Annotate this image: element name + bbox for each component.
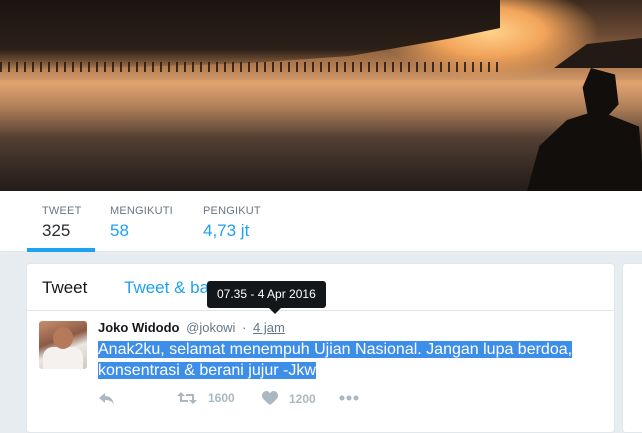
- timestamp-tooltip: 07.35 - 4 Apr 2016: [207, 281, 326, 314]
- stat-followers-label: PENGIKUT: [203, 205, 261, 217]
- tweet-text-line-1: Anak2ku, selamat menempuh Ujian Nasional…: [98, 341, 573, 358]
- like-button[interactable]: 1200: [262, 391, 316, 406]
- tab-tweet[interactable]: Tweet: [42, 278, 87, 298]
- tweet-text: Anak2ku, selamat menempuh Ujian Nasional…: [98, 339, 598, 381]
- author-name[interactable]: Joko Widodo: [98, 320, 180, 335]
- more-button[interactable]: [339, 395, 359, 401]
- header-banner-photo: [0, 0, 642, 191]
- retweet-count: 1600: [208, 391, 235, 405]
- retweet-button[interactable]: 1600: [177, 391, 235, 405]
- author-handle[interactable]: @jokowi: [186, 320, 235, 335]
- separator-dot: ·: [242, 320, 247, 335]
- tweet-card: Tweet Tweet & baa 07.35 - 4 Apr 2016 Jok…: [26, 263, 615, 433]
- tweet-timestamp-link[interactable]: 4 jam: [253, 320, 285, 335]
- tweet-text-line-2: konsentrasi & berani jujur -Jkw: [98, 362, 316, 379]
- tab-replies-label: Tweet & ba: [124, 278, 210, 297]
- stat-tweets-label: TWEET: [42, 205, 82, 217]
- reply-icon: [98, 391, 116, 407]
- stat-tweets-value: 325: [42, 221, 71, 240]
- side-panel-edge: [622, 263, 642, 433]
- stat-followers-value: 4,73 jt: [203, 221, 250, 240]
- reply-button[interactable]: [98, 391, 116, 407]
- more-icon: [339, 395, 359, 401]
- stat-following-label: MENGIKUTI: [110, 205, 173, 217]
- tweet-header: Joko Widodo @jokowi · 4 jam: [98, 320, 285, 335]
- heart-icon: [262, 391, 278, 406]
- stat-followers[interactable]: PENGIKUT 4,73 jt: [203, 205, 261, 241]
- stat-following-value: 58: [110, 221, 129, 240]
- profile-nav: TWEET 325 MENGIKUTI 58 PENGIKUT 4,73 jt: [0, 191, 642, 252]
- stat-following[interactable]: MENGIKUTI 58: [110, 205, 173, 241]
- tweet-actions: 1600 1200: [98, 391, 398, 411]
- stat-tweets[interactable]: TWEET 325: [42, 205, 82, 241]
- retweet-icon: [177, 391, 197, 405]
- like-count: 1200: [289, 391, 316, 406]
- avatar[interactable]: [39, 321, 87, 369]
- active-tab-indicator: [27, 248, 95, 252]
